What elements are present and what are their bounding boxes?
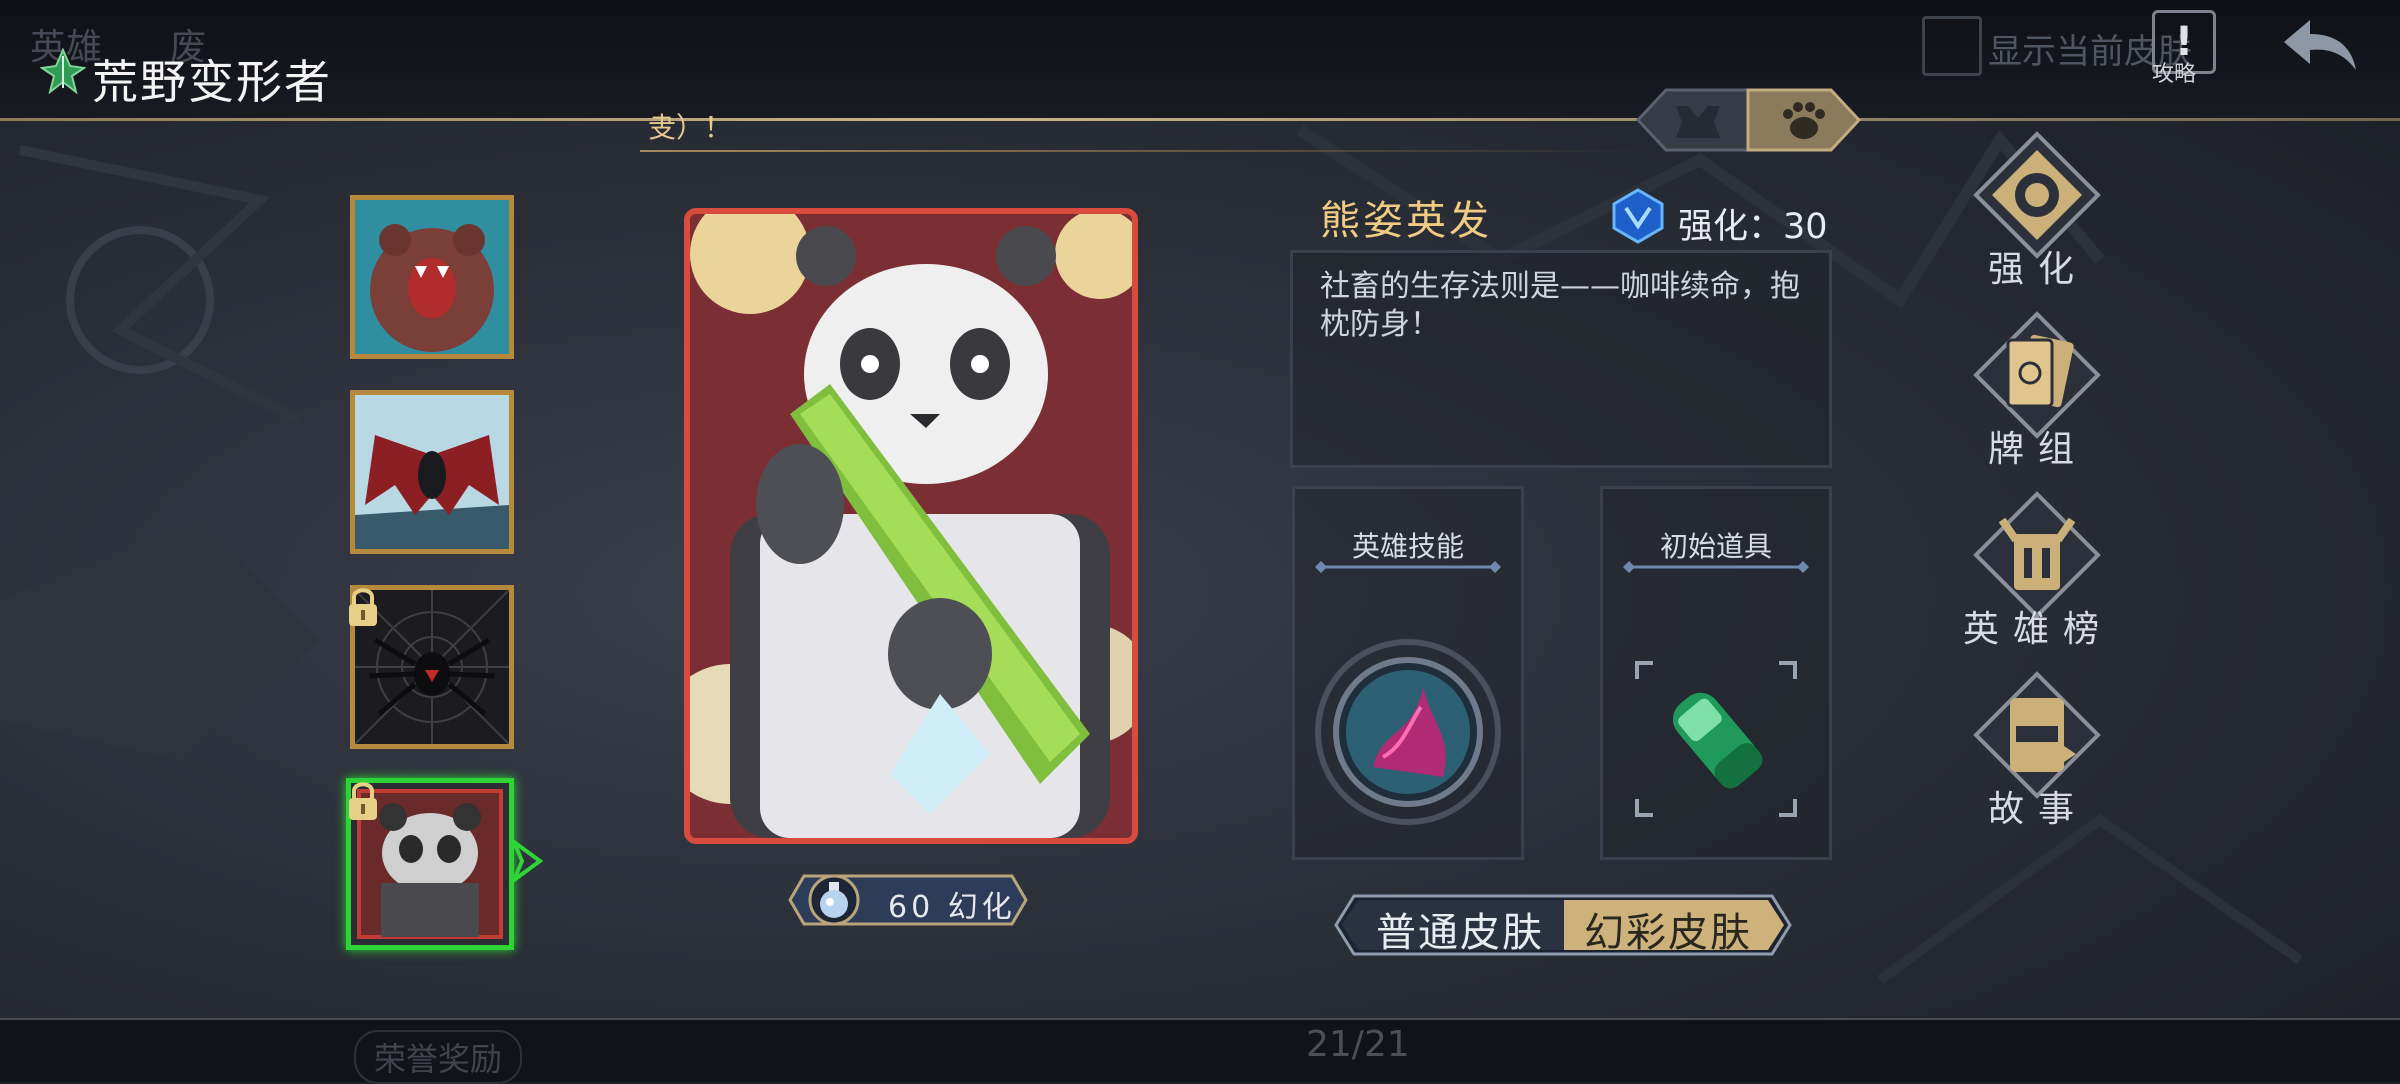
hero-skill-panel: 英雄技能 xyxy=(1292,486,1524,860)
menu-ranking-label[interactable]: 英雄榜 xyxy=(1948,600,2128,652)
lock-icon xyxy=(349,588,377,626)
category-tabs xyxy=(1636,88,1861,152)
skin-card-art xyxy=(684,208,1138,844)
menu-deck-label[interactable]: 牌组 xyxy=(1948,420,2128,472)
illusion-skin-tab[interactable]: 幻彩皮肤 xyxy=(1584,900,1752,958)
bat-art xyxy=(355,395,509,549)
show-current-skin-checkbox[interactable] xyxy=(1922,16,1982,76)
title-divider xyxy=(1623,561,1809,573)
announcement-text: 叏）！ xyxy=(648,111,733,144)
skin-name: 熊姿英发 xyxy=(1320,198,1492,244)
starting-item-icon[interactable] xyxy=(1633,659,1799,819)
skin-thumb-bear[interactable] xyxy=(350,195,514,359)
announcement-underline xyxy=(640,150,1640,152)
roaring-bear-art xyxy=(355,200,509,354)
page-title: 荒野变形者 xyxy=(92,55,332,109)
starting-item-panel: 初始道具 xyxy=(1600,486,1832,860)
leaf-icon xyxy=(40,48,86,94)
skin-thumb-bat[interactable] xyxy=(350,390,514,554)
enhance-crystal-icon xyxy=(1612,188,1664,244)
back-arrow-icon[interactable] xyxy=(2280,14,2360,74)
guide-label: 攻略 xyxy=(2152,62,2197,87)
header-divider xyxy=(0,118,2400,121)
hero-skill-icon[interactable] xyxy=(1313,637,1503,827)
price-label: 60 幻化 xyxy=(888,890,1016,925)
menu-enhance-label[interactable]: 强化 xyxy=(1948,240,2128,292)
normal-skin-tab[interactable]: 普通皮肤 xyxy=(1376,900,1544,958)
title-divider xyxy=(1315,561,1501,573)
selected-arrow-icon xyxy=(510,838,544,884)
enhance-level: 强化：30 xyxy=(1678,207,1828,247)
honor-reward-button[interactable]: 荣誉奖励 xyxy=(354,1030,523,1084)
lock-icon xyxy=(349,782,377,820)
skin-count: 21/21 xyxy=(1306,1024,1410,1065)
panda-office-art xyxy=(690,214,1132,838)
skin-description: 社畜的生存法则是——咖啡续命，抱枕防身！ xyxy=(1320,269,1800,342)
menu-story-label[interactable]: 故事 xyxy=(1948,780,2128,832)
